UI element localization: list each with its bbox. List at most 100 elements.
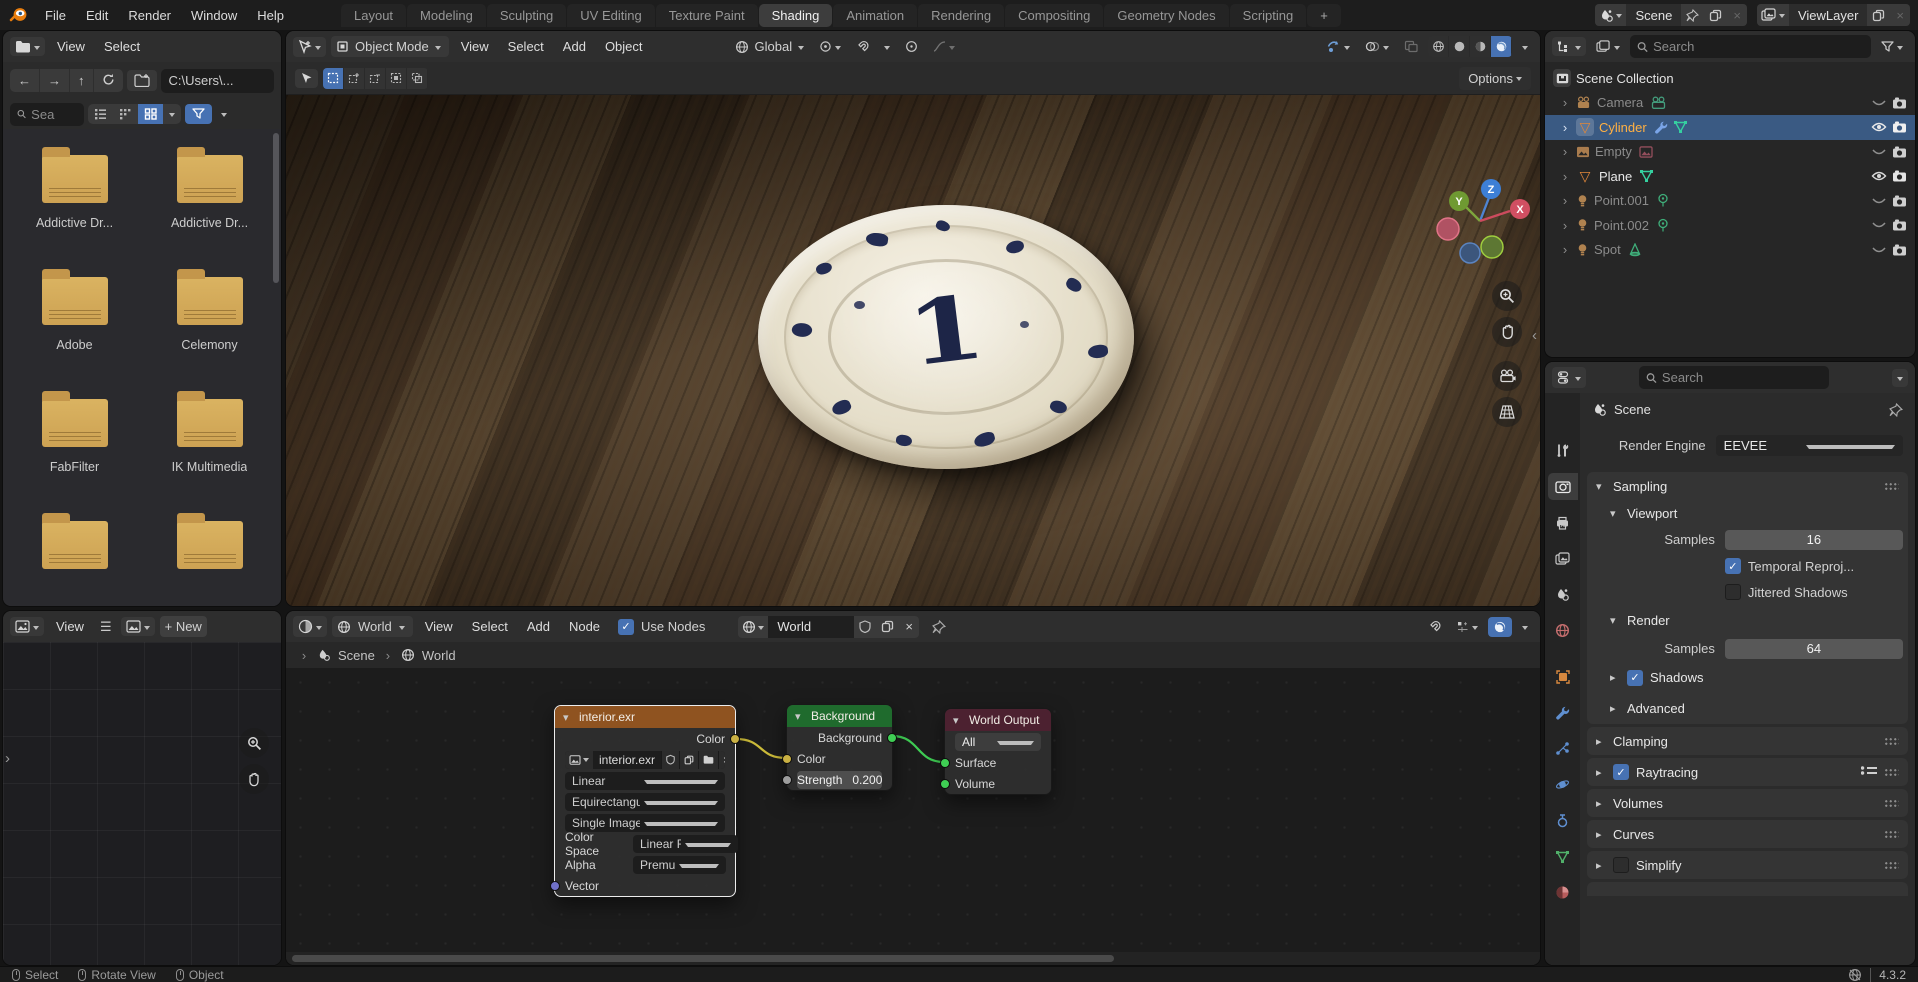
eye-closed-icon[interactable]	[1871, 195, 1887, 207]
pin-icon[interactable]	[932, 620, 946, 634]
outliner-display-dropdown[interactable]	[1591, 37, 1625, 56]
tab-scene-icon[interactable]	[1548, 581, 1578, 608]
menu-help[interactable]: Help	[248, 5, 293, 26]
options-dropdown[interactable]: Options	[1459, 67, 1531, 90]
unlink-icon[interactable]: ×	[718, 751, 725, 769]
temporal-reprojection-checkbox[interactable]: ✓	[1725, 558, 1741, 574]
active-tool-icon[interactable]	[293, 37, 326, 57]
tab-physics-icon[interactable]	[1548, 771, 1578, 798]
proportional-edit-icon[interactable]	[900, 37, 923, 56]
show-gizmo-dropdown[interactable]	[1322, 37, 1355, 56]
snap-dropdown[interactable]	[879, 38, 895, 56]
socket-background-output[interactable]	[887, 733, 897, 743]
viewport-canvas[interactable]: 1	[286, 95, 1540, 606]
menu-edit[interactable]: Edit	[77, 5, 117, 26]
camera-toggle-icon[interactable]	[1892, 195, 1907, 207]
interpolation-select[interactable]: Linear	[565, 772, 725, 790]
shadows-checkbox[interactable]: ✓	[1627, 670, 1643, 686]
overlays-dropdown[interactable]	[1360, 37, 1394, 56]
navigation-gizmo[interactable]: Z Y X	[1428, 163, 1532, 281]
se-overlay-sphere-icon[interactable]	[1488, 617, 1512, 637]
tab-rendering[interactable]: Rendering	[918, 4, 1004, 27]
folder-item[interactable]: Addictive Dr...	[7, 155, 142, 230]
tab-uv-editing[interactable]: UV Editing	[567, 4, 654, 27]
filter-dropdown[interactable]	[216, 105, 232, 123]
filter-icon[interactable]	[185, 104, 212, 124]
socket-volume-input[interactable]	[940, 779, 950, 789]
panel-sampling-header[interactable]: ▾Sampling	[1587, 472, 1908, 500]
subpanel-viewport-header[interactable]: ▾Viewport	[1601, 500, 1908, 526]
viewlayer-name[interactable]: ViewLayer	[1789, 8, 1867, 23]
menu-render[interactable]: Render	[119, 5, 180, 26]
menu-window[interactable]: Window	[182, 5, 246, 26]
drag-grip-icon[interactable]	[1884, 482, 1899, 491]
tab-particles-icon[interactable]	[1548, 735, 1578, 762]
folder-item[interactable]	[7, 521, 142, 582]
falloff-dropdown[interactable]	[928, 37, 960, 56]
scene-name[interactable]: Scene	[1626, 8, 1681, 23]
viewport-samples-field[interactable]: 16	[1725, 530, 1903, 550]
subpanel-advanced-header[interactable]: ▸Advanced	[1601, 693, 1908, 724]
tab-output-icon[interactable]	[1548, 509, 1578, 536]
tab-render-icon[interactable]	[1548, 473, 1578, 500]
tab-view-layer-icon[interactable]	[1548, 545, 1578, 572]
row-cylinder-selected[interactable]: › ▽ Cylinder	[1545, 115, 1915, 140]
tab-sculpting[interactable]: Sculpting	[487, 4, 566, 27]
shader-type-dropdown[interactable]: World	[332, 616, 413, 637]
socket-vector-input[interactable]	[550, 881, 560, 891]
up-icon[interactable]: ↑	[70, 69, 94, 92]
tab-tool-icon[interactable]	[1548, 437, 1578, 464]
pan-hand-icon[interactable]	[1492, 317, 1522, 347]
folder-item[interactable]	[142, 521, 277, 582]
se-overlay-dropdown[interactable]	[1517, 618, 1533, 636]
color-space-select[interactable]: Linear Rec.709	[633, 835, 738, 853]
pan-hand-icon[interactable]	[239, 764, 269, 794]
expand-panel-icon[interactable]: ›	[5, 750, 10, 767]
select-invert-icon[interactable]	[386, 68, 407, 89]
expand-icon[interactable]: ›	[298, 648, 310, 663]
eye-closed-icon[interactable]	[1871, 244, 1887, 256]
shading-dropdown[interactable]	[1517, 38, 1533, 56]
disclosure-icon[interactable]: ›	[1559, 193, 1571, 208]
fb-search-input[interactable]	[31, 107, 77, 122]
close-icon[interactable]: ×	[1727, 4, 1747, 26]
folder-item[interactable]: Adobe	[7, 277, 142, 352]
socket-strength-input[interactable]	[782, 775, 792, 785]
world-icon[interactable]	[738, 616, 768, 638]
panel-raytracing-header[interactable]: ▸✓Raytracing	[1587, 758, 1908, 786]
editor-type-shader[interactable]	[293, 616, 327, 637]
editor-type-file-browser[interactable]	[10, 37, 45, 56]
drag-grip-icon[interactable]	[1884, 768, 1899, 777]
tab-modifiers-icon[interactable]	[1548, 699, 1578, 726]
new-image-button[interactable]: + New	[160, 616, 207, 637]
subpanel-render-header[interactable]: ▾Render	[1601, 605, 1908, 635]
alpha-select[interactable]: Premultiplied	[633, 856, 726, 874]
props-search-input[interactable]	[1662, 370, 1822, 385]
camera-view-icon[interactable]	[1492, 361, 1522, 391]
horizontal-scrollbar[interactable]	[286, 952, 1540, 965]
disclosure-icon[interactable]: ›	[1559, 169, 1571, 184]
se-snap-magnet-icon[interactable]	[1423, 617, 1446, 637]
ceramic-chip-object[interactable]: 1	[758, 205, 1134, 469]
node-world-output[interactable]: ▾World Output All Surface Volume	[944, 708, 1052, 795]
disclosure-icon[interactable]: ›	[1559, 120, 1571, 135]
row-spot[interactable]: › Spot	[1545, 238, 1915, 263]
image-datablock-icon[interactable]	[121, 617, 155, 636]
camera-toggle-icon[interactable]	[1892, 97, 1907, 109]
breadcrumb-scene[interactable]: Scene	[338, 648, 375, 663]
tab-modeling[interactable]: Modeling	[407, 4, 486, 27]
copy-icon[interactable]	[679, 751, 698, 769]
snap-magnet-icon[interactable]	[851, 37, 874, 57]
jittered-shadows-checkbox[interactable]	[1725, 584, 1741, 600]
image-icon[interactable]	[565, 751, 593, 769]
collapse-panel-icon[interactable]: ‹	[1532, 327, 1537, 344]
select-set-icon[interactable]	[323, 68, 344, 89]
zoom-icon[interactable]	[1492, 281, 1522, 311]
image-name[interactable]: interior.exr	[593, 751, 661, 769]
select-intersect-icon[interactable]	[407, 68, 428, 89]
camera-toggle-icon[interactable]	[1892, 170, 1907, 182]
list-horizontal-icon[interactable]	[113, 104, 138, 124]
img-menu-view[interactable]: View	[49, 616, 91, 637]
node-canvas[interactable]: ▾interior.exr Color interior.exr ×	[286, 668, 1540, 965]
use-nodes-checkbox[interactable]: ✓	[618, 619, 634, 635]
